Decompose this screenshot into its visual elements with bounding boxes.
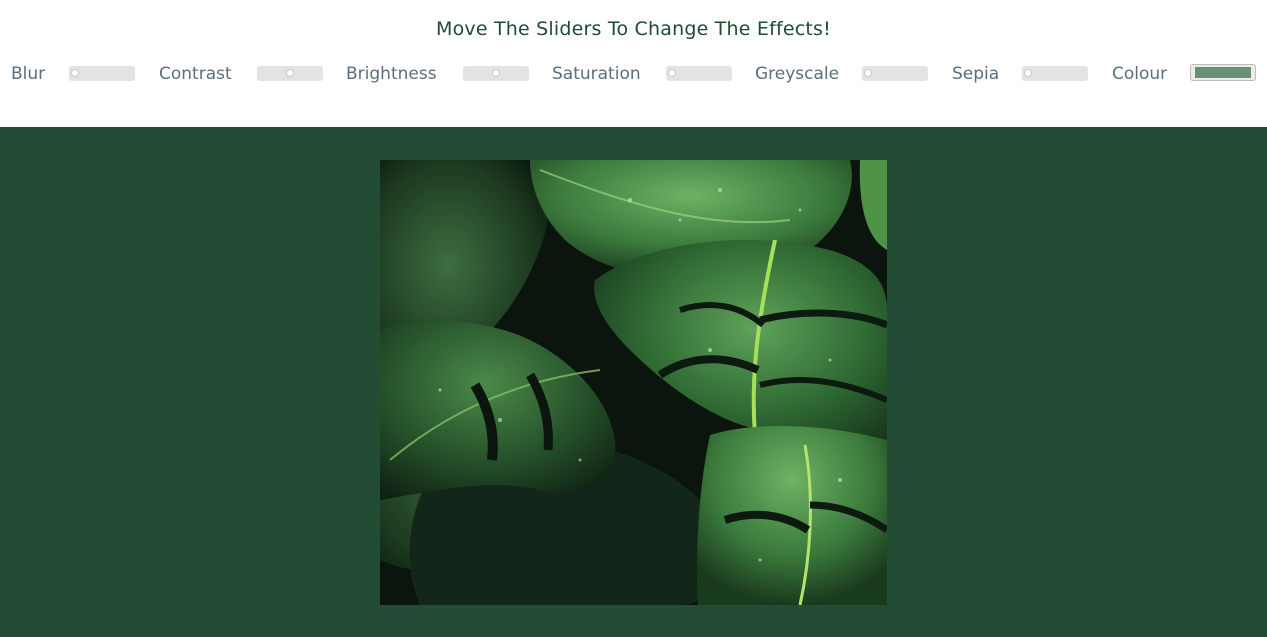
blur-slider-thumb[interactable] bbox=[71, 69, 79, 77]
colour-picker[interactable] bbox=[1190, 64, 1256, 81]
saturation-slider[interactable] bbox=[666, 66, 732, 81]
sepia-label: Sepia bbox=[952, 64, 1000, 84]
sepia-slider[interactable] bbox=[1022, 66, 1088, 81]
page-title: Move The Sliders To Change The Effects! bbox=[436, 18, 831, 40]
greyscale-slider-thumb[interactable] bbox=[864, 69, 872, 77]
blur-label: Blur bbox=[11, 64, 46, 84]
greyscale-slider[interactable] bbox=[862, 66, 928, 81]
colour-swatch[interactable] bbox=[1195, 67, 1251, 78]
leaf-image bbox=[380, 160, 887, 605]
monstera-leaves-illustration bbox=[380, 160, 887, 605]
contrast-slider[interactable] bbox=[257, 66, 323, 81]
blur-slider[interactable] bbox=[69, 66, 135, 81]
saturation-label: Saturation bbox=[552, 64, 641, 84]
brightness-slider-thumb[interactable] bbox=[492, 69, 500, 77]
brightness-slider[interactable] bbox=[463, 66, 529, 81]
brightness-label: Brightness bbox=[346, 64, 437, 84]
contrast-label: Contrast bbox=[159, 64, 232, 84]
greyscale-label: Greyscale bbox=[755, 64, 840, 84]
controls-panel: Move The Sliders To Change The Effects! … bbox=[0, 0, 1267, 127]
saturation-slider-thumb[interactable] bbox=[668, 69, 676, 77]
colour-label: Colour bbox=[1112, 64, 1168, 84]
sepia-slider-thumb[interactable] bbox=[1024, 69, 1032, 77]
contrast-slider-thumb[interactable] bbox=[286, 69, 294, 77]
